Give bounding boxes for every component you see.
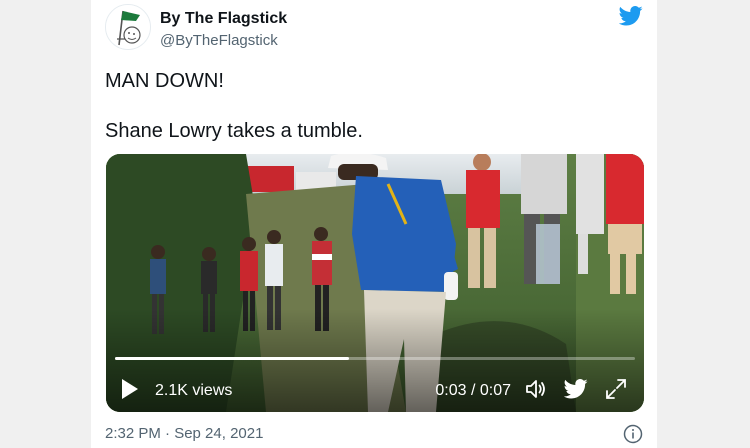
volume-icon[interactable] [524,377,548,401]
twitter-bird-icon[interactable] [564,377,588,401]
display-name[interactable]: By The Flagstick [160,9,287,29]
handle[interactable]: @ByTheFlagstick [160,31,287,51]
video-player[interactable]: 2.1K views 0:03 / 0:07 [106,154,644,412]
tweet-card: By The Flagstick @ByTheFlagstick MAN DOW… [91,0,657,448]
progress-fill [115,357,349,360]
tweet-text-line: Shane Lowry takes a tumble. [105,120,363,142]
video-controls: 2.1K views 0:03 / 0:07 [106,372,644,408]
tweet-timestamp[interactable]: 2:32 PM · Sep 24, 2021 [105,424,263,444]
twitter-bird-icon[interactable] [619,6,643,26]
tweet-text-line: MAN DOWN! [105,70,224,92]
info-icon[interactable] [623,424,643,444]
avatar[interactable] [105,4,151,50]
flagstick-logo [106,5,150,49]
video-time: 0:03 / 0:07 [435,382,511,399]
author-block: By The Flagstick @ByTheFlagstick [160,9,287,51]
play-icon[interactable] [121,378,139,400]
fullscreen-icon[interactable] [604,377,628,401]
view-count: 2.1K views [155,382,233,399]
progress-bar[interactable] [115,357,635,360]
